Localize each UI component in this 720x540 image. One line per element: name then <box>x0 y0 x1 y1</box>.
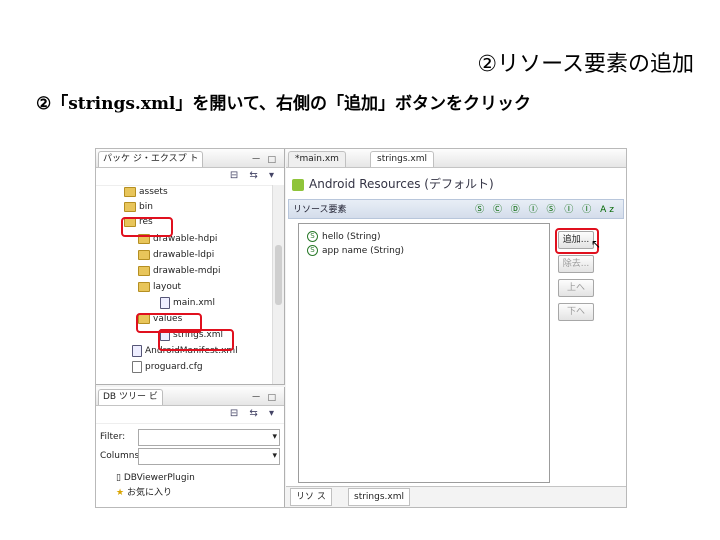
slide-subtitle: ②「strings.xml」を開いて、右側の「追加」ボタンをクリック <box>36 94 532 114</box>
xml-file-icon <box>160 296 170 309</box>
remove-button[interactable]: 除去... <box>558 255 594 273</box>
db-icon: ▯ <box>116 473 124 483</box>
package-explorer-scrollbar[interactable] <box>272 185 284 384</box>
folder-icon <box>138 265 150 276</box>
window-controls[interactable]: ー □ <box>252 152 278 165</box>
resource-item-hello[interactable]: Shello (String) <box>307 230 381 244</box>
toolbar-icons[interactable]: ⊟ ⇆ ▾ <box>230 170 278 181</box>
scrollbar-thumb[interactable] <box>275 245 282 305</box>
highlight-strings-xml <box>158 329 234 351</box>
tree-item-layout[interactable]: layout <box>138 280 181 295</box>
string-resource-icon: S <box>307 231 318 242</box>
tab-strings-xml-source[interactable]: strings.xml <box>348 488 410 506</box>
package-explorer-toolbar: ⊟ ⇆ ▾ <box>96 168 284 186</box>
mouse-cursor-icon: ↖ <box>591 237 602 251</box>
project-tree: assets bin res drawable-hdpi drawable-ld… <box>96 185 272 384</box>
string-resource-icon: S <box>307 245 318 256</box>
up-button[interactable]: 上へ <box>558 279 594 297</box>
tree-item-drawable-mdpi[interactable]: drawable-mdpi <box>138 264 221 279</box>
columns-label: Columns: <box>100 451 143 461</box>
tab-package-explorer[interactable]: パッケ ジ・エクスプ ト <box>98 151 204 167</box>
filter-label: Filter: <box>100 432 126 442</box>
package-explorer-panel: パッケ ジ・エクスプ ト ー □ ⊟ ⇆ ▾ assets bin res dr… <box>96 149 285 385</box>
slide-title: ②リソース要素の追加 <box>477 52 694 77</box>
tab-strings-xml[interactable]: strings.xml <box>370 151 434 167</box>
db-tree-tabbar: DB ツリー ビ ー □ <box>96 387 284 406</box>
editor-tabbar: *main.xm strings.xml <box>286 149 626 168</box>
db-window-controls[interactable]: ー □ <box>252 390 278 403</box>
tab-main-xml[interactable]: *main.xm <box>288 151 346 167</box>
folder-icon <box>138 281 150 292</box>
android-resources-header: Android Resources (デフォルト) <box>292 175 494 192</box>
tree-item-assets[interactable]: assets <box>124 185 168 200</box>
folder-icon <box>124 201 136 212</box>
highlight-res <box>121 217 173 237</box>
resource-type-icons[interactable]: Ⓢ Ⓒ Ⓓ Ⓘ Ⓢ Ⓘ Ⓘ Az <box>475 202 617 215</box>
file-icon <box>132 360 142 373</box>
resource-elements-section: リソース要素 Ⓢ Ⓒ Ⓓ Ⓘ Ⓢ Ⓘ Ⓘ Az <box>288 199 624 219</box>
columns-combo[interactable] <box>138 448 280 465</box>
eclipse-screenshot: パッケ ジ・エクスプ ト ー □ ⊟ ⇆ ▾ assets bin res dr… <box>95 148 627 508</box>
down-button[interactable]: 下へ <box>558 303 594 321</box>
package-explorer-tabbar: パッケ ジ・エクスプ ト ー □ <box>96 149 284 168</box>
resource-editor: *main.xm strings.xml Android Resources (… <box>286 149 626 507</box>
tab-resources[interactable]: リソ ス <box>290 488 332 506</box>
resource-elements-label: リソース要素 <box>293 205 347 215</box>
folder-icon <box>138 249 150 260</box>
tree-item-drawable-ldpi[interactable]: drawable-ldpi <box>138 248 214 263</box>
tree-item-bin[interactable]: bin <box>124 200 153 215</box>
db-item-dbviewerplugin[interactable]: ▯ DBViewerPlugin <box>116 471 195 485</box>
resource-item-app-name[interactable]: Sapp name (String) <box>307 244 404 258</box>
db-toolbar: ⊟ ⇆ ▾ <box>96 406 284 424</box>
folder-icon <box>124 186 136 197</box>
editor-bottom-tabbar: リソ ス strings.xml <box>286 486 626 507</box>
star-icon: ★ <box>116 488 127 498</box>
xml-file-icon <box>132 344 142 357</box>
db-item-favorites[interactable]: ★ お気に入り <box>116 486 172 500</box>
tab-db-tree[interactable]: DB ツリー ビ <box>98 389 163 405</box>
db-tree-panel: DB ツリー ビ ー □ ⊟ ⇆ ▾ Filter: Columns: ▯ DB… <box>96 387 285 507</box>
android-icon <box>292 178 304 191</box>
tree-item-main-xml[interactable]: main.xml <box>160 296 215 311</box>
db-toolbar-icons[interactable]: ⊟ ⇆ ▾ <box>230 408 278 419</box>
tree-item-proguard[interactable]: proguard.cfg <box>132 360 203 375</box>
filter-combo[interactable] <box>138 429 280 446</box>
resource-list[interactable]: Shello (String) Sapp name (String) <box>298 223 550 483</box>
